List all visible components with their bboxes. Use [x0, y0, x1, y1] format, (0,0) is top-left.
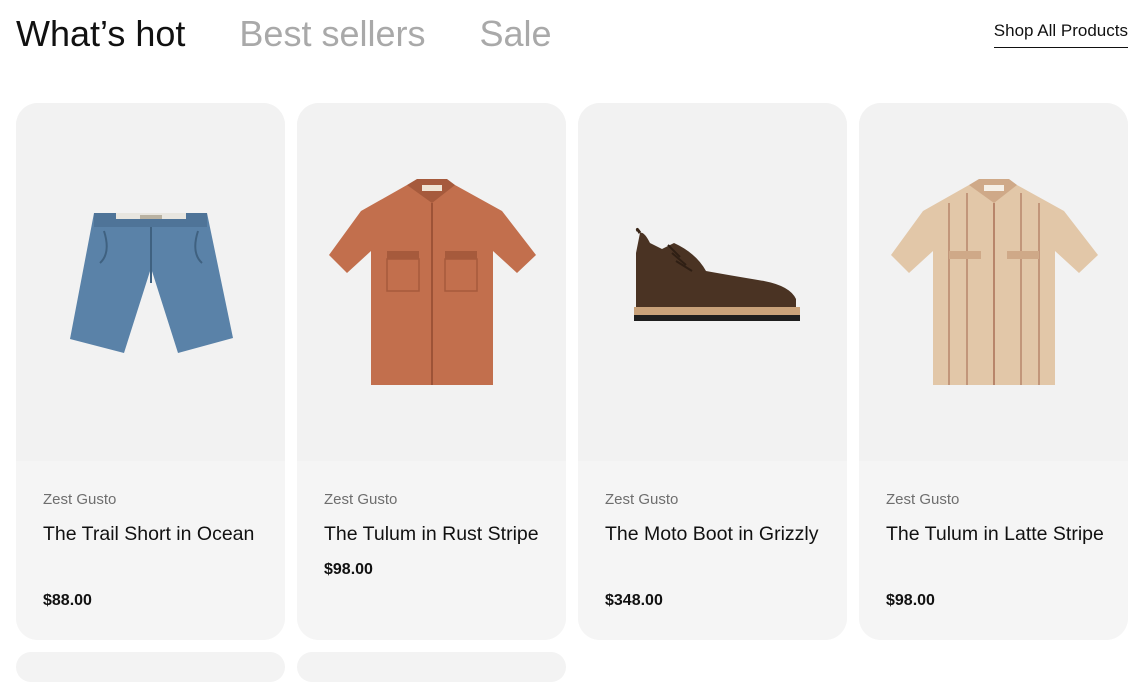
product-name[interactable]: The Tulum in Latte Stripe [886, 519, 1111, 550]
product-card-partial[interactable] [297, 652, 566, 682]
product-info: Zest Gusto The Tulum in Latte Stripe $98… [859, 461, 1128, 640]
product-info: Zest Gusto The Trail Short in Ocean $88.… [16, 461, 285, 640]
product-name[interactable]: The Tulum in Rust Stripe [324, 519, 549, 550]
tab-whats-hot[interactable]: What’s hot [16, 12, 185, 56]
product-card[interactable]: Zest Gusto The Tulum in Rust Stripe $98.… [297, 103, 566, 640]
product-card-partial[interactable] [16, 652, 285, 682]
shorts-image [70, 213, 233, 353]
product-card[interactable]: Zest Gusto The Tulum in Latte Stripe $98… [859, 103, 1128, 640]
product-info: Zest Gusto The Tulum in Rust Stripe $98.… [297, 461, 566, 640]
tab-sale[interactable]: Sale [480, 12, 552, 56]
collection-tabs: What’s hot Best sellers Sale [16, 12, 552, 56]
product-image[interactable] [16, 103, 285, 461]
product-image[interactable] [859, 103, 1128, 461]
latte-shirt-image [891, 179, 1098, 385]
boot-image [634, 227, 800, 321]
product-price: $88.00 [43, 592, 92, 609]
product-brand: Zest Gusto [605, 491, 679, 508]
product-name[interactable]: The Moto Boot in Grizzly [605, 519, 830, 550]
product-image[interactable] [297, 103, 566, 461]
product-brand: Zest Gusto [43, 491, 117, 508]
product-card[interactable]: Zest Gusto The Trail Short in Ocean $88.… [16, 103, 285, 640]
product-brand: Zest Gusto [324, 491, 398, 508]
product-card[interactable]: Zest Gusto The Moto Boot in Grizzly $348… [578, 103, 847, 640]
product-name[interactable]: The Trail Short in Ocean [43, 519, 268, 550]
product-info: Zest Gusto The Moto Boot in Grizzly $348… [578, 461, 847, 640]
product-price: $98.00 [886, 592, 935, 609]
product-image[interactable] [578, 103, 847, 461]
tab-best-sellers[interactable]: Best sellers [239, 12, 425, 56]
shop-all-products-link[interactable]: Shop All Products [993, 21, 1128, 48]
product-price: $348.00 [605, 592, 663, 609]
rust-shirt-image [329, 179, 536, 385]
product-brand: Zest Gusto [886, 491, 960, 508]
product-price: $98.00 [324, 561, 373, 578]
